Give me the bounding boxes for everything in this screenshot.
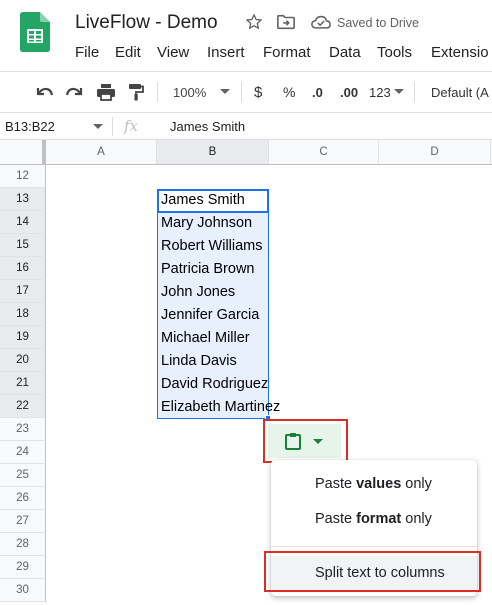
column-header-b[interactable]: B — [157, 140, 269, 164]
row-header[interactable]: 29 — [0, 556, 46, 579]
percent-button[interactable]: % — [283, 72, 295, 112]
zoom-caret-button[interactable] — [220, 72, 230, 112]
row-header[interactable]: 23 — [0, 418, 46, 441]
row-header[interactable]: 30 — [0, 579, 46, 602]
row-header[interactable]: 13 — [0, 188, 46, 211]
row-header[interactable]: 21 — [0, 372, 46, 395]
column-header-a[interactable]: A — [46, 140, 157, 164]
chevron-down-icon — [393, 89, 404, 94]
chevron-down-icon[interactable] — [93, 124, 103, 129]
cell-b22[interactable]: Elizabeth Martinez — [161, 396, 280, 419]
currency-label: $ — [254, 83, 263, 101]
toolbar-divider — [414, 82, 415, 102]
row-header[interactable]: 24 — [0, 441, 46, 464]
cell-b20[interactable]: Linda Davis — [161, 350, 237, 373]
increase-decimal-button[interactable]: .00 — [340, 72, 358, 112]
fx-icon: fx — [124, 117, 139, 135]
menu-item-text: Paste — [315, 476, 357, 492]
cell-b18[interactable]: Jennifer Garcia — [161, 304, 259, 327]
font-select[interactable]: Default (A — [431, 72, 489, 112]
formula-input[interactable]: James Smith — [170, 119, 245, 134]
row-header[interactable]: 26 — [0, 487, 46, 510]
star-icon[interactable] — [245, 13, 263, 31]
row-header[interactable]: 16 — [0, 257, 46, 280]
zoom-select[interactable]: 100% — [173, 72, 206, 112]
menu-item-text: only — [401, 511, 432, 527]
paint-format-icon — [129, 84, 144, 101]
percent-label: % — [283, 84, 296, 100]
row-header[interactable]: 17 — [0, 280, 46, 303]
paste-values-only-item[interactable]: Paste values only — [271, 467, 477, 501]
sheets-logo-icon[interactable] — [20, 12, 50, 52]
undo-button[interactable] — [34, 72, 54, 112]
menu-format[interactable]: Format — [263, 44, 311, 61]
column-header-c[interactable]: C — [269, 140, 379, 164]
paste-format-only-item[interactable]: Paste format only — [271, 502, 477, 536]
toolbar-divider — [241, 82, 242, 102]
toolbar: 100% $ % .0 .00 123 Default (A — [0, 71, 492, 113]
row-header[interactable]: 20 — [0, 349, 46, 372]
cell-b19[interactable]: Michael Miller — [161, 327, 250, 350]
cell-b13[interactable]: James Smith — [161, 189, 245, 212]
column-headers: A B C D — [0, 140, 492, 165]
menu-item-bold: values — [356, 476, 402, 492]
document-title[interactable]: LiveFlow - Demo — [75, 12, 218, 34]
formula-bar: B13:B22 fx James Smith — [0, 113, 492, 140]
column-header-d[interactable]: D — [379, 140, 491, 164]
select-all-corner[interactable] — [0, 140, 46, 164]
cell-b14[interactable]: Mary Johnson — [161, 212, 252, 235]
currency-button[interactable]: $ — [254, 72, 262, 112]
decrease-decimal-button[interactable]: .0 — [312, 72, 323, 112]
redo-button[interactable] — [65, 72, 85, 112]
formula-bar-divider — [112, 117, 113, 136]
menu-divider — [271, 546, 477, 547]
print-button[interactable] — [96, 72, 116, 112]
cell-b16[interactable]: Patricia Brown — [161, 258, 254, 281]
menu-insert[interactable]: Insert — [207, 44, 245, 61]
row-header[interactable]: 18 — [0, 303, 46, 326]
decrease-decimal-label: .0 — [312, 84, 323, 100]
row-header[interactable]: 19 — [0, 326, 46, 349]
row-header[interactable]: 25 — [0, 464, 46, 487]
menu-file[interactable]: File — [75, 44, 99, 61]
print-icon — [97, 84, 115, 101]
row-header[interactable]: 22 — [0, 395, 46, 418]
toolbar-divider — [157, 82, 158, 102]
row-header[interactable]: 27 — [0, 510, 46, 533]
row-header[interactable]: 28 — [0, 533, 46, 556]
menu-extensions[interactable]: Extensio — [431, 44, 489, 61]
redo-icon — [65, 87, 83, 96]
highlight-outline — [263, 419, 348, 463]
move-folder-icon[interactable] — [277, 14, 295, 30]
cloud-saved-icon[interactable] — [311, 15, 331, 29]
row-header[interactable]: 14 — [0, 211, 46, 234]
menu-item-text: only — [401, 476, 432, 492]
menu-edit[interactable]: Edit — [115, 44, 141, 61]
menu-tools[interactable]: Tools — [377, 44, 412, 61]
cell-b21[interactable]: David Rodriguez — [161, 373, 268, 396]
name-box[interactable]: B13:B22 — [5, 119, 55, 134]
menu-item-bold: format — [356, 511, 402, 527]
cell-b17[interactable]: John Jones — [161, 281, 235, 304]
chevron-down-icon — [220, 89, 230, 94]
more-formats-button[interactable]: 123 — [369, 72, 404, 112]
save-status: Saved to Drive — [337, 16, 419, 30]
menu-item-text: Paste — [315, 511, 357, 527]
cell-b15[interactable]: Robert Williams — [161, 235, 263, 258]
paint-format-button[interactable] — [128, 72, 144, 112]
increase-decimal-label: .00 — [340, 84, 359, 100]
row-header[interactable]: 12 — [0, 165, 46, 188]
menu-view[interactable]: View — [157, 44, 189, 61]
zoom-value: 100% — [173, 84, 207, 100]
undo-icon — [36, 87, 54, 96]
more-formats-label: 123 — [369, 84, 391, 100]
row-header[interactable]: 15 — [0, 234, 46, 257]
font-value: Default (A — [431, 84, 489, 100]
menu-data[interactable]: Data — [329, 44, 361, 61]
highlight-outline — [264, 551, 481, 592]
